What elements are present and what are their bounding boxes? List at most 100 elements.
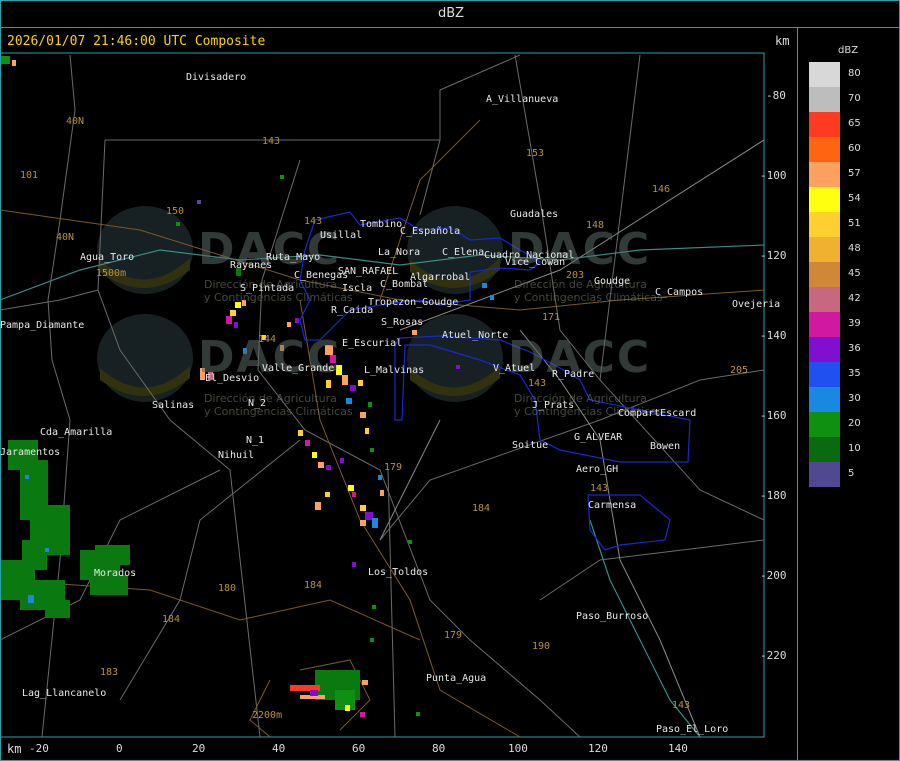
place-label: Vice_Cowan: [505, 257, 566, 268]
place-label: Pampa_Diamante: [0, 320, 85, 331]
place-label: Ruta_Mayo: [266, 252, 321, 263]
legend-value: 80: [848, 68, 861, 79]
place-label: Goudge: [594, 276, 631, 287]
legend-value: 45: [848, 268, 861, 279]
road-label: 179: [384, 462, 403, 473]
road-label: 203: [566, 270, 585, 281]
y-tick: -120: [760, 249, 787, 262]
road-label: 143: [262, 136, 281, 147]
legend-swatch: [809, 87, 840, 112]
timestamp-label: 2026/01/07 21:46:00 UTC Composite: [7, 34, 266, 49]
place-label: Salinas: [152, 400, 195, 411]
legend-value: 54: [848, 193, 861, 204]
road-label: 143: [304, 216, 323, 227]
legend-swatch: [809, 312, 840, 337]
place-label: Iscla: [342, 283, 373, 294]
place-label: S_Rosas: [381, 317, 424, 328]
y-tick: -200: [760, 569, 787, 582]
place-label: L_Malvinas: [364, 365, 425, 376]
place-label: Tropezon_Goudge: [368, 297, 459, 308]
place-label: G_ALVEAR: [574, 432, 623, 443]
legend-swatch: [809, 112, 840, 137]
legend-value: 51: [848, 218, 861, 229]
watermark-line2: y Contingencias Climáticas: [204, 405, 353, 418]
legend-value: 60: [848, 143, 861, 154]
place-label: Morados: [94, 568, 137, 579]
legend-swatch: [809, 337, 840, 362]
legend-swatch: [809, 237, 840, 262]
place-label: Guadales: [510, 209, 559, 220]
legend-swatch: [809, 387, 840, 412]
place-label: V_Atuel: [493, 363, 536, 374]
place-label: Usillal: [320, 230, 363, 241]
y-tick: -180: [760, 489, 787, 502]
legend-swatch: [809, 462, 840, 487]
place-label: N_2: [248, 398, 267, 409]
place-label: Tombino: [360, 219, 403, 230]
x-tick: 40: [272, 742, 286, 755]
place-label: La_Nora: [378, 247, 421, 258]
legend-value: 20: [848, 418, 861, 429]
title-bar: dBZ: [0, 0, 900, 28]
road-label: 143: [528, 378, 547, 389]
x-tick: 80: [432, 742, 446, 755]
legend-value: 10: [848, 443, 861, 454]
place-label: Paso_El_Loro: [656, 724, 729, 735]
legend-swatch: [809, 137, 840, 162]
km-unit-label-bottom: km: [7, 742, 22, 756]
road-label: 150: [166, 206, 185, 217]
place-label: Aero_GH: [576, 464, 619, 475]
legend-value: 65: [848, 118, 861, 129]
legend-value: 39: [848, 318, 861, 329]
road-label: 148: [586, 220, 605, 231]
legend-swatch: [809, 362, 840, 387]
place-label: Algarrobal: [410, 272, 471, 283]
place-label: J_Prats: [532, 400, 575, 411]
y-tick: -80: [766, 89, 786, 102]
legend-value: 35: [848, 368, 861, 379]
place-label: C_Campos: [655, 287, 704, 298]
place-label: E_Escurial: [342, 338, 403, 349]
place-label: Cda_Amarilla: [40, 427, 113, 438]
road-label: 205: [730, 365, 749, 376]
legend-swatch: [809, 162, 840, 187]
place-label: C_Elena: [442, 247, 485, 258]
place-label: Punta_Agua: [426, 673, 487, 684]
place-label: El_Desvio: [205, 373, 260, 384]
legend-title: dBZ: [838, 45, 859, 56]
place-label: Carmensa: [588, 500, 637, 511]
place-label: N_1: [246, 435, 265, 446]
window-title: dBZ: [437, 6, 465, 21]
road-label: 184: [162, 614, 181, 625]
place-label: R_Caida: [331, 305, 374, 316]
legend-swatch: [809, 437, 840, 462]
place-label: Soitue: [512, 440, 549, 451]
x-tick: -20: [29, 742, 49, 755]
x-tick: 140: [668, 742, 688, 755]
x-tick: 0: [116, 742, 123, 755]
place-label: C_Española: [400, 226, 461, 237]
road-label: 146: [652, 184, 671, 195]
legend-value: 48: [848, 243, 861, 254]
legend-swatch: [809, 262, 840, 287]
legend-value: 30: [848, 393, 861, 404]
road-label: 171: [542, 312, 561, 323]
place-label: S_Pintada: [240, 283, 295, 294]
road-label: 143: [672, 700, 691, 711]
x-tick: 100: [508, 742, 528, 755]
road-label: 190: [532, 641, 551, 652]
place-label: R_Padre: [552, 369, 595, 380]
road-label: 144: [258, 334, 277, 345]
road-label: 183: [100, 667, 119, 678]
watermark-line2: y Contingencias Climáticas: [514, 291, 663, 304]
place-label: Bowen: [650, 441, 681, 452]
x-tick: 20: [192, 742, 206, 755]
y-tick: -100: [760, 169, 787, 182]
place-label: CompartEscard: [618, 408, 697, 419]
place-label: Paso_Burroso: [576, 611, 649, 622]
place-label: Divisadero: [186, 72, 247, 83]
place-label: Los_Toldos: [368, 567, 429, 578]
road-label: 101: [20, 170, 39, 181]
legend-swatch: [809, 187, 840, 212]
legend-value: 70: [848, 93, 861, 104]
